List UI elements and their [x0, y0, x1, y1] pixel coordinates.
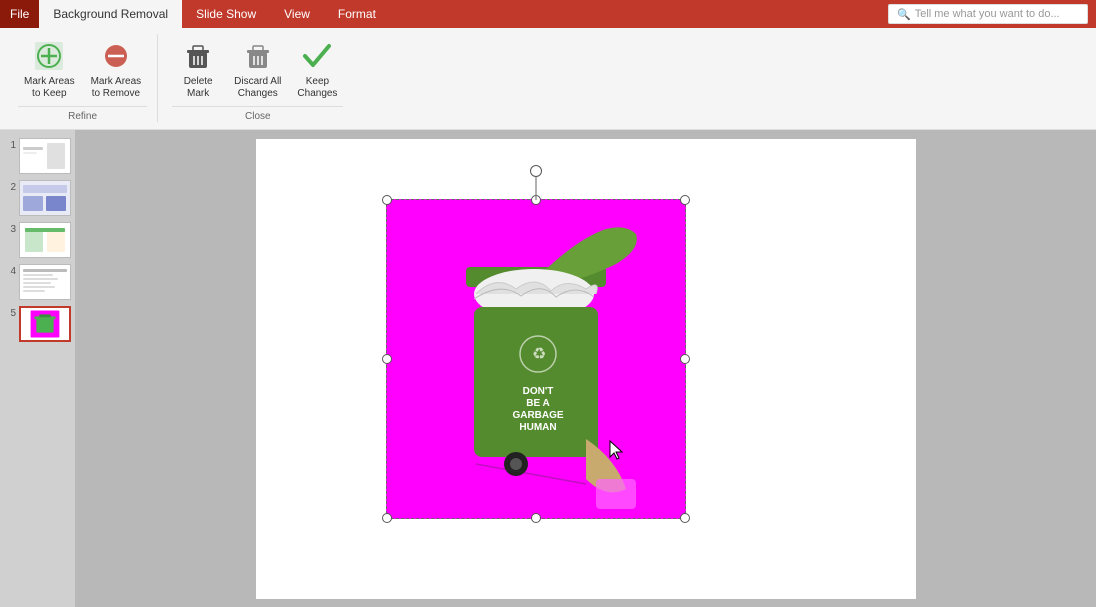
- ribbon-tabs: File Background Removal Slide Show View …: [0, 0, 1096, 28]
- tab-file[interactable]: File: [0, 0, 39, 28]
- close-buttons: DeleteMark Discard AllCha: [172, 34, 343, 106]
- keep-icon: [299, 38, 335, 74]
- slide-preview-2: [19, 180, 71, 216]
- svg-text:BE A: BE A: [526, 398, 550, 409]
- slide-preview-5: [19, 306, 71, 342]
- discard-label: Discard AllChanges: [234, 76, 281, 100]
- tab-format[interactable]: Format: [324, 0, 390, 28]
- close-group-label: Close: [172, 106, 343, 124]
- slide-preview-1: [19, 138, 71, 174]
- svg-text:DON'T: DON'T: [522, 386, 553, 397]
- slide-preview-4: [19, 264, 71, 300]
- image-container[interactable]: ♻ DON'T BE A GARBAGE HUMAN: [386, 199, 686, 519]
- slide-preview-3: [19, 222, 71, 258]
- ribbon-group-close: DeleteMark Discard AllCha: [158, 34, 353, 122]
- slide-thumb-3[interactable]: 3: [4, 222, 71, 258]
- svg-text:GARBAGE: GARBAGE: [512, 410, 563, 421]
- ribbon: File Background Removal Slide Show View …: [0, 0, 1096, 130]
- tab-view[interactable]: View: [270, 0, 324, 28]
- discard-icon: [240, 38, 276, 74]
- search-icon: 🔍: [897, 8, 911, 21]
- mark-keep-label: Mark Areasto Keep: [24, 76, 75, 100]
- canvas-area: ♻ DON'T BE A GARBAGE HUMAN: [75, 130, 1096, 607]
- ribbon-content: Mark Areasto Keep Mark Areasto Remove Re…: [0, 28, 1096, 130]
- refine-buttons: Mark Areasto Keep Mark Areasto Remove: [18, 34, 147, 106]
- mark-areas-to-remove-button[interactable]: Mark Areasto Remove: [85, 34, 148, 106]
- slide-thumb-5[interactable]: 5: [4, 306, 71, 342]
- mark-remove-label: Mark Areasto Remove: [91, 76, 142, 100]
- search-box[interactable]: 🔍 Tell me what you want to do...: [888, 4, 1088, 24]
- slide-thumb-2[interactable]: 2: [4, 180, 71, 216]
- mark-remove-icon: [98, 38, 134, 74]
- mark-keep-icon: [31, 38, 67, 74]
- ribbon-group-refine: Mark Areasto Keep Mark Areasto Remove Re…: [8, 34, 158, 122]
- mark-areas-to-keep-button[interactable]: Mark Areasto Keep: [18, 34, 81, 106]
- svg-text:HUMAN: HUMAN: [519, 422, 556, 433]
- tab-slide-show[interactable]: Slide Show: [182, 0, 270, 28]
- delete-mark-label: DeleteMark: [184, 76, 213, 100]
- slide-canvas: ♻ DON'T BE A GARBAGE HUMAN: [256, 139, 916, 599]
- delete-mark-button[interactable]: DeleteMark: [172, 34, 224, 106]
- refine-group-label: Refine: [18, 106, 147, 124]
- slides-panel: 1 2 3: [0, 130, 75, 607]
- slide-thumb-4[interactable]: 4: [4, 264, 71, 300]
- tab-background-removal[interactable]: Background Removal: [39, 0, 182, 28]
- slide-thumb-1[interactable]: 1: [4, 138, 71, 174]
- svg-text:♻: ♻: [532, 346, 546, 363]
- keep-changes-button[interactable]: KeepChanges: [291, 34, 343, 106]
- delete-mark-icon: [180, 38, 216, 74]
- image-magenta-bg: ♻ DON'T BE A GARBAGE HUMAN: [386, 199, 686, 519]
- keep-label: KeepChanges: [297, 76, 337, 100]
- main-area: 1 2 3: [0, 130, 1096, 607]
- discard-changes-button[interactable]: Discard AllChanges: [228, 34, 287, 106]
